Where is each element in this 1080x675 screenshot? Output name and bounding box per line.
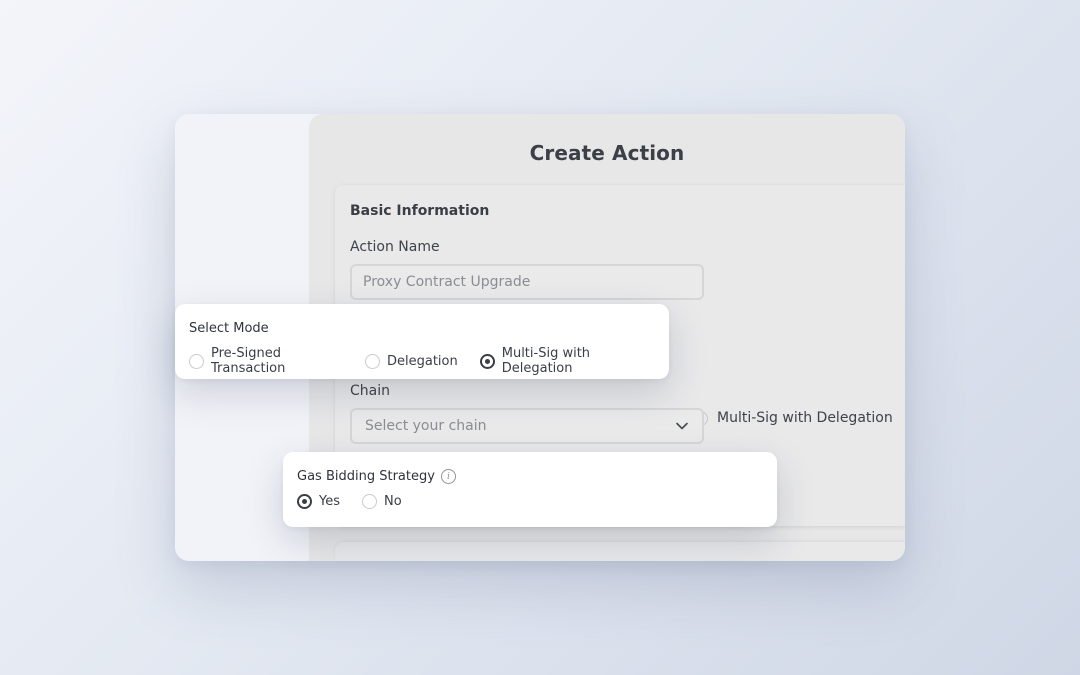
radio-label: Yes bbox=[319, 494, 340, 509]
next-section bbox=[335, 542, 905, 561]
gas-radio-yes[interactable]: Yes bbox=[297, 494, 340, 509]
gas-bidding-popup: Gas Bidding Strategy i Yes No bbox=[283, 452, 777, 527]
mode-radio-multisig[interactable]: Multi-Sig with Delegation bbox=[479, 346, 647, 376]
radio-circle-selected bbox=[479, 353, 495, 369]
radio-label: No bbox=[384, 494, 402, 509]
chain-placeholder: Select your chain bbox=[365, 418, 487, 434]
gas-radio-no[interactable]: No bbox=[362, 494, 402, 509]
mode-radio-delegation[interactable]: Delegation bbox=[364, 353, 458, 369]
page-title: Create Action bbox=[529, 141, 685, 165]
mode-radio-pre-signed[interactable]: Pre-Signed Transaction bbox=[189, 346, 343, 376]
action-name-label: Action Name bbox=[350, 239, 440, 255]
section-title: Basic Information bbox=[350, 203, 490, 219]
mode-radio-multisig-background[interactable]: Multi-Sig with Delegation bbox=[693, 410, 893, 426]
select-mode-label: Select Mode bbox=[189, 321, 269, 336]
gas-bidding-label-row: Gas Bidding Strategy i bbox=[297, 469, 456, 484]
radio-label: Pre-Signed Transaction bbox=[211, 346, 286, 376]
radio-label: Multi-Sig with Delegation bbox=[501, 346, 591, 376]
info-icon[interactable]: i bbox=[440, 469, 456, 484]
radio-circle bbox=[189, 353, 204, 369]
action-name-input[interactable]: Proxy Contract Upgrade bbox=[350, 264, 704, 300]
chain-label: Chain bbox=[350, 383, 390, 399]
chevron-down-icon bbox=[676, 422, 688, 430]
select-mode-options: Pre-Signed Transaction Delegation Multi-… bbox=[189, 346, 669, 376]
chain-select[interactable]: Select your chain bbox=[350, 408, 704, 444]
radio-circle-selected bbox=[297, 494, 312, 509]
radio-circle bbox=[364, 353, 380, 369]
gas-bidding-options: Yes No bbox=[297, 494, 424, 509]
radio-label: Multi-Sig with Delegation bbox=[717, 410, 893, 426]
action-name-value: Proxy Contract Upgrade bbox=[363, 274, 531, 290]
radio-circle bbox=[362, 494, 377, 509]
gas-bidding-label: Gas Bidding Strategy bbox=[297, 469, 435, 484]
select-mode-popup: Select Mode Pre-Signed Transaction Deleg… bbox=[175, 304, 669, 379]
radio-label: Delegation bbox=[386, 353, 458, 369]
